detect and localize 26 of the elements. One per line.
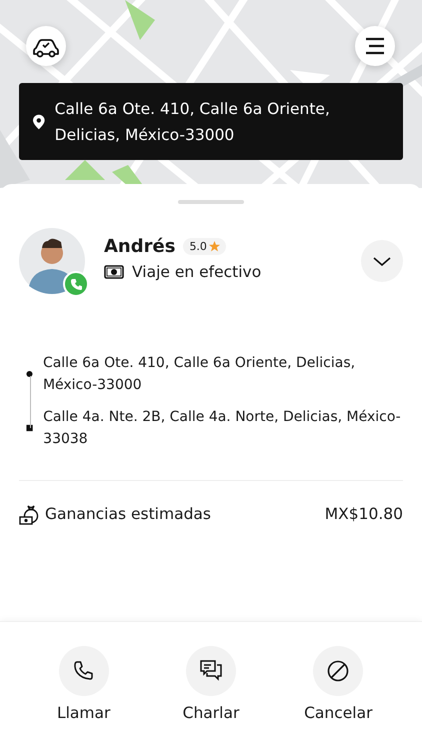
menu-icon (364, 37, 386, 55)
chat-button[interactable]: Charlar (160, 646, 261, 722)
earnings-amount: MX$10.80 (324, 505, 403, 523)
payment-method: Viaje en efectivo (132, 263, 262, 281)
route-line (30, 376, 31, 428)
dropoff-address: Calle 4a. Nte. 2B, Calle 4a. Norte, Delicias, México-33038 (43, 408, 402, 449)
location-pin-icon (33, 112, 45, 132)
phone-icon (72, 660, 95, 682)
earnings-label: Ganancias estimadas (45, 505, 212, 523)
pickup-address: Calle 6a Ote. 410, Calle 6a Oriente, Delicias, México-33000 (54, 98, 331, 146)
phone-icon (70, 278, 82, 290)
cancel-icon (327, 660, 350, 682)
star-icon (208, 241, 220, 252)
pickup-address: Calle 6a Ote. 410, Calle 6a Oriente, Delicias, México-33000 (42, 354, 356, 395)
cancel-button[interactable]: Cancelar (288, 646, 388, 722)
dropoff-square-icon (26, 424, 34, 432)
money-bag-icon (19, 503, 39, 525)
pickup-dot-icon (26, 370, 33, 378)
call-button[interactable]: Llamar (34, 646, 134, 722)
cash-icon (104, 265, 124, 279)
rating-value: 5.0 (189, 240, 207, 253)
chat-icon (200, 660, 222, 682)
expand-button[interactable] (361, 240, 403, 282)
driver-name: Andrés (104, 236, 176, 257)
chevron-down-icon (373, 256, 391, 266)
drag-handle[interactable] (178, 200, 244, 204)
